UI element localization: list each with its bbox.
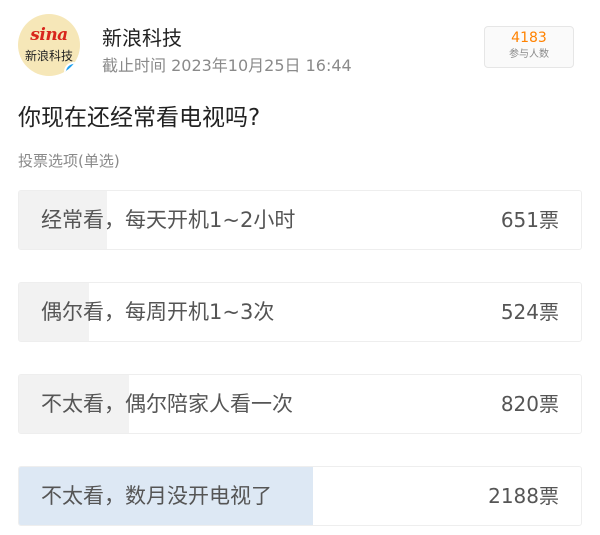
option-label: 不太看，偶尔陪家人看一次 — [41, 392, 293, 416]
poll-type-label: 投票选项(单选) — [18, 152, 120, 170]
option-votes: 651票 — [500, 208, 559, 232]
verified-check-icon: ✓ — [64, 62, 80, 76]
poll-question: 你现在还经常看电视吗? — [18, 105, 261, 131]
option-label: 经常看，每天开机1~2小时 — [41, 208, 296, 232]
option-label: 偶尔看，每周开机1~3次 — [41, 300, 275, 324]
poll-header: sina 新浪科技 ✓ 新浪科技 截止时间 2023年10月25日 16:44 … — [18, 12, 582, 78]
poll-option-4[interactable]: 不太看，数月没开电视了 2188票 — [18, 466, 582, 526]
poll-option-2[interactable]: 偶尔看，每周开机1~3次 524票 — [18, 282, 582, 342]
poll-deadline: 截止时间 2023年10月25日 16:44 — [102, 56, 352, 75]
avatar[interactable]: sina 新浪科技 ✓ — [18, 14, 80, 76]
option-votes: 524票 — [500, 300, 559, 324]
participants-label: 参与人数 — [509, 49, 549, 60]
participants-badge: 4183 参与人数 — [484, 26, 574, 68]
option-label: 不太看，数月没开电视了 — [41, 484, 272, 508]
sina-logo: sina — [30, 25, 68, 45]
account-name[interactable]: 新浪科技 — [102, 22, 182, 51]
poll-option-1[interactable]: 经常看，每天开机1~2小时 651票 — [18, 190, 582, 250]
option-votes: 820票 — [500, 392, 559, 416]
option-votes: 2188票 — [488, 484, 559, 508]
poll-option-3[interactable]: 不太看，偶尔陪家人看一次 820票 — [18, 374, 582, 434]
participants-count: 4183 — [511, 30, 547, 46]
